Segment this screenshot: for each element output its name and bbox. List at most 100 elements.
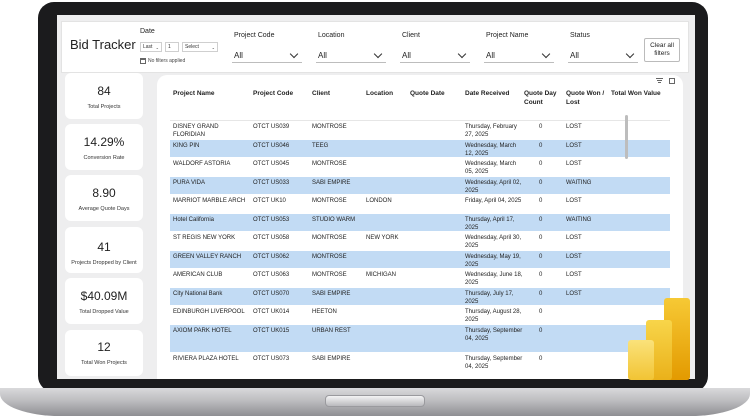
kpi-label: Projects Dropped by Client xyxy=(71,260,137,266)
cell-project-name: WALDORF ASTORIA xyxy=(173,161,231,167)
kpi-value: 14.29% xyxy=(83,135,125,149)
col-header-project-name[interactable]: Project Name xyxy=(173,89,215,98)
kpi-card-conversion-rate: 14.29% Conversion Rate xyxy=(65,124,143,170)
cell-project-code: OTCT US046 xyxy=(253,143,290,149)
date-filter: Last ⌄ 1 Select ⌄ xyxy=(140,42,218,52)
slicer-client[interactable]: All xyxy=(400,48,470,63)
dashboard-screen: Bid Tracker Date Last ⌄ 1 Select ⌄ No fi… xyxy=(57,15,695,379)
kpi-card-average-quote-days: 8.90 Average Quote Days xyxy=(65,175,143,221)
cell-project-code: OTCT US053 xyxy=(253,217,290,223)
cell-client: SABI EMPIRE xyxy=(312,356,351,362)
slicer-label-project-code: Project Code xyxy=(234,32,275,39)
slicer-location[interactable]: All xyxy=(316,48,386,63)
cell-quote-won-lost: LOST xyxy=(566,254,582,260)
cell-client: MONTROSE xyxy=(312,235,347,241)
cell-date-received: Thursday, July 17, 2025 xyxy=(465,291,514,305)
kpi-label: Total Won Projects xyxy=(81,360,127,366)
clear-all-filters-button[interactable]: Clear all filters xyxy=(644,38,680,62)
cell-quote-won-lost: LOST xyxy=(566,198,582,204)
cell-project-name: EDINBURGH LIVERPOOL xyxy=(173,309,245,315)
slicer-label-location: Location xyxy=(318,32,345,39)
col-header-quote-won-lost[interactable]: Quote Won / Lost xyxy=(566,89,606,107)
cell-client: MONTROSE xyxy=(312,254,347,260)
cell-quote-won-lost: LOST xyxy=(566,124,582,130)
cell-project-code: OTCT US039 xyxy=(253,124,290,130)
report-title: Bid Tracker xyxy=(70,37,136,52)
kpi-value: 12 xyxy=(97,340,111,354)
cell-quote-day-count: 0 xyxy=(539,254,543,260)
cell-project-name: KING PIN xyxy=(173,143,200,149)
calendar-icon xyxy=(140,58,146,64)
table-row[interactable]: AXIOM PARK HOTEL OTCT UK015 URBAN REST Thur… xyxy=(170,325,670,353)
table-row[interactable]: AMERICAN CLUB OTCT US063 MONTROSE MICHIGAN W… xyxy=(170,269,670,288)
filter-bar: Bid Tracker Date Last ⌄ 1 Select ⌄ No fi… xyxy=(61,21,689,73)
no-filters-note: No filters applied xyxy=(140,58,185,64)
cell-client: URBAN REST xyxy=(312,328,351,334)
cell-date-received: Thursday, August 28, 2025 xyxy=(465,309,522,323)
table-row[interactable]: DISNEY GRAND FLORIDIAN OTCT US039 MONTROSE… xyxy=(170,121,670,140)
cell-date-received: Wednesday, May 19, 2025 xyxy=(465,254,521,268)
cell-quote-won-lost: LOST xyxy=(566,235,582,241)
cell-client: SABI EMPIRE xyxy=(312,291,351,297)
table-row[interactable]: RIVIERA PLAZA HOTEL OTCT US073 SABI EMPIRE… xyxy=(170,353,670,379)
slicer-project-code[interactable]: All xyxy=(232,48,302,63)
slicer-status[interactable]: All xyxy=(568,48,638,63)
cell-date-received: Wednesday, March 12, 2025 xyxy=(465,143,517,157)
cell-client: SABI EMPIRE xyxy=(312,180,351,186)
table-row[interactable]: PURA VIDA OTCT US033 SABI EMPIRE Wednesday,… xyxy=(170,177,670,195)
col-header-location[interactable]: Location xyxy=(366,89,393,98)
col-header-project-code[interactable]: Project Code xyxy=(253,89,293,98)
cell-project-code: OTCT US058 xyxy=(253,235,290,241)
cell-quote-day-count: 0 xyxy=(539,291,543,297)
table-row[interactable]: KING PIN OTCT US046 TEEG Wednesday, March 1… xyxy=(170,140,670,158)
col-header-date-received[interactable]: Date Received xyxy=(465,89,509,98)
expand-icon[interactable] xyxy=(669,78,675,84)
cell-client: MONTROSE xyxy=(312,161,347,167)
kpi-value: $40.09M xyxy=(80,289,128,303)
table-row[interactable]: City National Bank OTCT US070 SABI EMPIRE T… xyxy=(170,288,670,306)
cell-project-code: OTCT UK014 xyxy=(253,309,290,315)
visual-header-icons xyxy=(656,78,675,84)
table-row[interactable]: EDINBURGH LIVERPOOL OTCT UK014 HEETON Thurs… xyxy=(170,306,670,325)
cell-quote-won-lost: WAITING xyxy=(566,180,592,186)
cell-project-name: PURA VIDA xyxy=(173,180,206,186)
cell-project-name: AMERICAN CLUB xyxy=(173,272,223,278)
table-row[interactable]: GREEN VALLEY RANCH OTCT US062 MONTROSE Wedn… xyxy=(170,251,670,269)
cell-project-code: OTCT US062 xyxy=(253,254,290,260)
date-filter-label: Date xyxy=(140,28,155,35)
cell-quote-won-lost: LOST xyxy=(566,291,582,297)
cell-project-name: AXIOM PARK HOTEL xyxy=(173,328,232,334)
table-row[interactable]: Hotel California OTCT US053 STUDIO WARM Thu… xyxy=(170,214,670,232)
cell-quote-won-lost: LOST xyxy=(566,161,582,167)
cell-quote-day-count: 0 xyxy=(539,272,543,278)
cell-quote-day-count: 0 xyxy=(539,328,543,334)
date-count-input[interactable]: 1 xyxy=(165,42,179,52)
date-unit-select[interactable]: Select ⌄ xyxy=(182,42,218,52)
chevron-down-icon xyxy=(373,49,383,58)
col-header-quote-date[interactable]: Quote Date xyxy=(410,89,445,98)
cell-date-received: Wednesday, April 30, 2025 xyxy=(465,235,522,249)
cell-project-code: OTCT US073 xyxy=(253,356,290,362)
slicer-project-name[interactable]: All xyxy=(484,48,554,63)
cell-project-name: MARRIOT MARBLE ARCH xyxy=(173,198,246,204)
date-period-select[interactable]: Last ⌄ xyxy=(140,42,162,52)
cell-project-name: Hotel California xyxy=(173,217,215,223)
table-row[interactable]: WALDORF ASTORIA OTCT US045 MONTROSE Wednesd… xyxy=(170,158,670,177)
cell-location: MICHIGAN xyxy=(366,272,396,278)
cell-date-received: Wednesday, March 05, 2025 xyxy=(465,161,517,175)
cell-date-received: Thursday, February 27, 2025 xyxy=(465,124,517,138)
table-row[interactable]: MARRIOT MARBLE ARCH OTCT UK10 MONTROSE LOND… xyxy=(170,195,670,214)
filter-icon[interactable] xyxy=(656,78,663,84)
cell-project-name: GREEN VALLEY RANCH xyxy=(173,254,242,260)
cell-client: STUDIO WARM xyxy=(312,217,356,223)
col-header-client[interactable]: Client xyxy=(312,89,330,98)
cell-date-received: Thursday, September 04, 2025 xyxy=(465,356,523,370)
table-row[interactable]: ST REGIS NEW YORK OTCT US058 MONTROSE NEW Y… xyxy=(170,232,670,251)
chevron-down-icon xyxy=(625,49,635,58)
col-header-quote-day-count[interactable]: Quote Day Count xyxy=(524,89,562,107)
cell-quote-day-count: 0 xyxy=(539,356,543,362)
slicer-label-project-name: Project Name xyxy=(486,32,529,39)
col-header-total-won-value[interactable]: Total Won Value xyxy=(611,89,661,98)
cell-project-name: DISNEY GRAND FLORIDIAN xyxy=(173,124,219,138)
table-scrollbar[interactable] xyxy=(625,115,628,159)
